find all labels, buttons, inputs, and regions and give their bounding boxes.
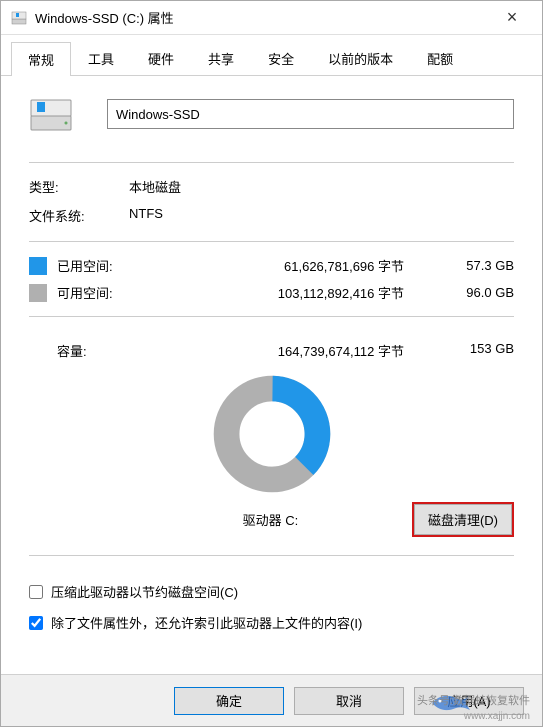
drive-label-row: 驱动器 C: 磁盘清理(D) bbox=[29, 502, 514, 537]
titlebar: Windows-SSD (C:) 属性 × bbox=[1, 1, 542, 35]
tab-previous-versions[interactable]: 以前的版本 bbox=[311, 41, 410, 75]
tab-quota[interactable]: 配额 bbox=[410, 41, 470, 75]
type-value: 本地磁盘 bbox=[129, 177, 181, 196]
used-bytes: 61,626,781,696 字节 bbox=[147, 256, 444, 275]
disk-cleanup-button[interactable]: 磁盘清理(D) bbox=[412, 502, 514, 537]
free-bytes: 103,112,892,416 字节 bbox=[147, 283, 444, 302]
tab-security[interactable]: 安全 bbox=[251, 41, 311, 75]
compress-label: 压缩此驱动器以节约磁盘空间(C) bbox=[51, 582, 238, 601]
capacity-bytes: 164,739,674,112 字节 bbox=[147, 341, 444, 360]
dialog-footer: 确定 取消 应用(A) 头条号:数据蛙恢复软件 www.xajjn.com bbox=[1, 674, 542, 726]
type-row: 类型: 本地磁盘 bbox=[29, 177, 514, 196]
drive-name-input[interactable] bbox=[107, 99, 514, 129]
capacity-label: 容量: bbox=[29, 341, 147, 360]
separator bbox=[29, 162, 514, 163]
separator bbox=[29, 316, 514, 317]
usage-donut-chart bbox=[212, 374, 332, 494]
separator bbox=[29, 241, 514, 242]
used-gb: 57.3 GB bbox=[444, 258, 514, 273]
used-space-row: 已用空间: 61,626,781,696 字节 57.3 GB bbox=[29, 256, 514, 275]
cancel-button[interactable]: 取消 bbox=[294, 687, 404, 715]
used-label: 已用空间: bbox=[57, 256, 147, 275]
drive-header bbox=[29, 94, 514, 134]
window-title: Windows-SSD (C:) 属性 bbox=[35, 8, 492, 27]
drive-icon-small bbox=[11, 10, 27, 26]
filesystem-label: 文件系统: bbox=[29, 206, 129, 225]
free-swatch bbox=[29, 284, 47, 302]
free-label: 可用空间: bbox=[57, 283, 147, 302]
drive-icon bbox=[29, 94, 73, 134]
index-checkbox[interactable] bbox=[29, 616, 43, 630]
capacity-row: 容量: 164,739,674,112 字节 153 GB bbox=[29, 341, 514, 360]
tab-hardware[interactable]: 硬件 bbox=[131, 41, 191, 75]
tab-general[interactable]: 常规 bbox=[11, 42, 71, 76]
tab-tools[interactable]: 工具 bbox=[71, 41, 131, 75]
free-space-row: 可用空间: 103,112,892,416 字节 96.0 GB bbox=[29, 283, 514, 302]
watermark-logo-icon bbox=[428, 688, 472, 718]
type-label: 类型: bbox=[29, 177, 129, 196]
usage-chart-area: 驱动器 C: 磁盘清理(D) bbox=[29, 374, 514, 537]
capacity-gb: 153 GB bbox=[444, 341, 514, 360]
ok-button[interactable]: 确定 bbox=[174, 687, 284, 715]
tab-content: 类型: 本地磁盘 文件系统: NTFS 已用空间: 61,626,781,696… bbox=[1, 76, 542, 674]
compress-checkbox-row[interactable]: 压缩此驱动器以节约磁盘空间(C) bbox=[29, 582, 514, 601]
separator bbox=[29, 555, 514, 556]
drive-letter-label: 驱动器 C: bbox=[29, 510, 412, 529]
used-swatch bbox=[29, 257, 47, 275]
free-gb: 96.0 GB bbox=[444, 285, 514, 300]
index-checkbox-row[interactable]: 除了文件属性外，还允许索引此驱动器上文件的内容(I) bbox=[29, 613, 514, 632]
index-label: 除了文件属性外，还允许索引此驱动器上文件的内容(I) bbox=[51, 613, 362, 632]
filesystem-value: NTFS bbox=[129, 206, 163, 225]
properties-window: Windows-SSD (C:) 属性 × 常规 工具 硬件 共享 安全 以前的… bbox=[0, 0, 543, 727]
filesystem-row: 文件系统: NTFS bbox=[29, 206, 514, 225]
tab-sharing[interactable]: 共享 bbox=[191, 41, 251, 75]
tab-strip: 常规 工具 硬件 共享 安全 以前的版本 配额 bbox=[1, 35, 542, 76]
close-button[interactable]: × bbox=[492, 7, 532, 28]
compress-checkbox[interactable] bbox=[29, 585, 43, 599]
